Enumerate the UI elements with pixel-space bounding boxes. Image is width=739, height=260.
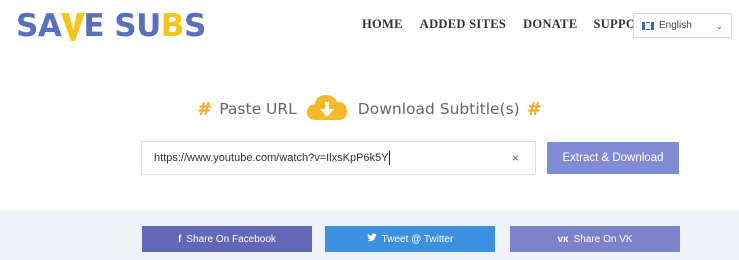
share-twitter-label: Tweet @ Twitter (381, 233, 454, 245)
headline: # Paste URL Download Subtitle(s) # (0, 94, 739, 124)
chevron-down-icon: ⌄ (715, 21, 723, 31)
url-input-value: https://www.youtube.com/watch?v=IlxsKpP6… (154, 152, 389, 164)
share-twitter-button[interactable]: Tweet @ Twitter (325, 226, 495, 252)
share-vk-button[interactable]: ᴠᴋ Share On VK (510, 226, 680, 252)
headline-paste-url: Paste URL (219, 100, 297, 118)
nav-added-sites[interactable]: ADDED SITES (420, 17, 506, 32)
share-vk-label: Share On VK (573, 233, 633, 245)
share-facebook-button[interactable]: f Share On Facebook (142, 226, 312, 252)
language-select[interactable]: English ⌄ (633, 13, 732, 38)
flag-icon (642, 21, 654, 30)
extract-download-button[interactable]: Extract & Download (547, 142, 679, 174)
logo-text-s: S (183, 8, 206, 44)
vk-icon: ᴠᴋ (557, 233, 569, 245)
cloud-download-icon (306, 92, 348, 122)
language-label: English (659, 20, 692, 31)
nav-donate[interactable]: DONATE (523, 17, 577, 32)
logo-text-sa: SA (16, 8, 62, 44)
logo[interactable]: SA E SU B S (16, 5, 206, 47)
nav-home[interactable]: HOME (362, 17, 403, 32)
logo-text-b: B (160, 8, 185, 44)
logo-text-esu: E SU (83, 8, 161, 44)
clear-icon[interactable]: × (512, 151, 519, 165)
logo-v-icon (60, 8, 86, 44)
twitter-icon (366, 233, 377, 245)
facebook-icon: f (178, 233, 182, 245)
text-caret (389, 151, 391, 165)
share-facebook-label: Share On Facebook (186, 233, 276, 245)
url-input[interactable]: https://www.youtube.com/watch?v=IlxsKpP6… (141, 141, 536, 175)
headline-download-subtitles: Download Subtitle(s) (357, 100, 520, 118)
main-nav: HOME ADDED SITES DONATE SUPPORT (362, 17, 653, 32)
hash-left: # (197, 98, 213, 120)
hash-right: # (526, 98, 542, 120)
